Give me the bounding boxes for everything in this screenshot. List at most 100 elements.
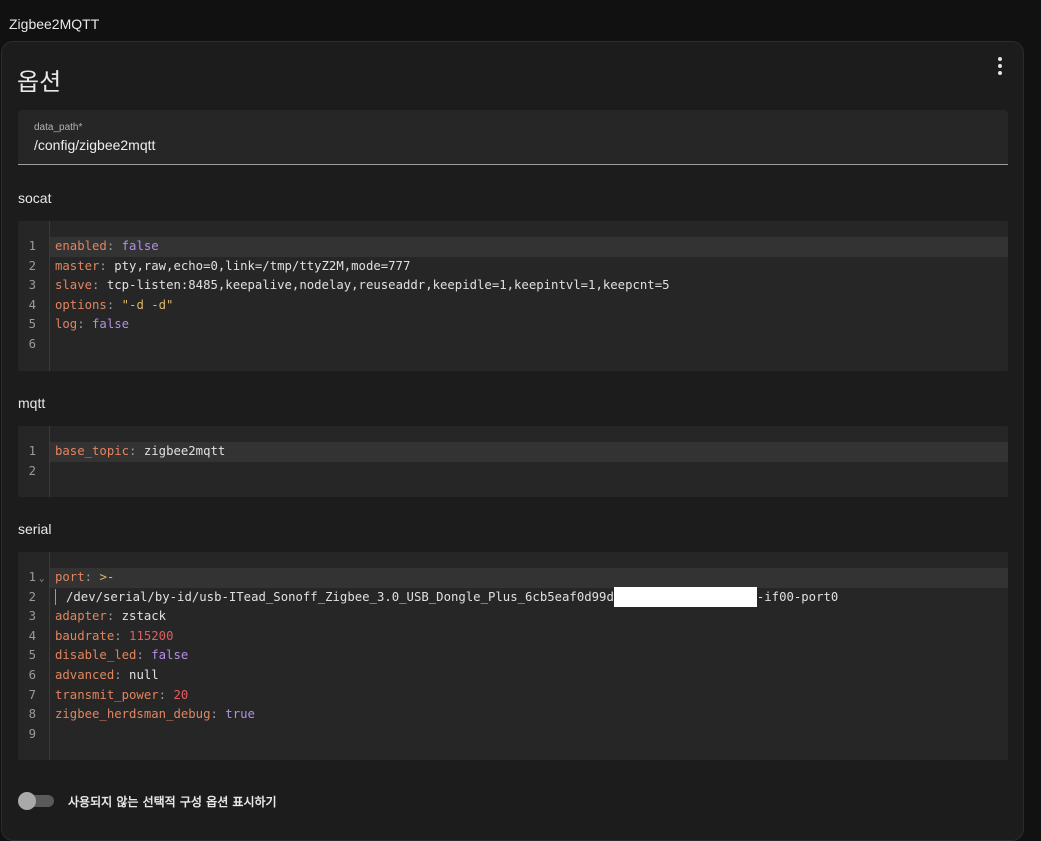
yaml-key: advanced bbox=[55, 668, 115, 682]
yaml-key: disable_led bbox=[55, 648, 137, 663]
yaml-value: false bbox=[151, 648, 189, 663]
yaml-value: pty,raw,echo=0,link=/tmp/ttyZ2M,mode=777 bbox=[114, 258, 411, 273]
show-unused-options-label: 사용되지 않는 선택적 구성 옵션 표시하기 bbox=[68, 795, 277, 809]
code-line: 1 base_topic: zigbee2mqtt bbox=[18, 442, 1008, 462]
code-line: 7 transmit_power: 20 bbox=[18, 686, 1008, 706]
code-text: /dev/serial/by-id/usb-ITead_Sonoff_Zigbe… bbox=[50, 586, 1008, 608]
app-title: Zigbee2MQTT bbox=[9, 16, 100, 32]
line-number: 4 bbox=[28, 297, 36, 312]
top-bar: Zigbee2MQTT bbox=[0, 0, 1041, 42]
line-number: 1 bbox=[28, 239, 36, 253]
yaml-colon: : bbox=[129, 444, 144, 458]
code-text: log: false bbox=[50, 315, 1008, 335]
yaml-colon: : bbox=[77, 317, 93, 332]
yaml-colon: : bbox=[114, 628, 130, 643]
code-line: 3 slave: tcp-listen:8485,keepalive,nodela… bbox=[18, 276, 1008, 296]
indent-guide bbox=[55, 589, 56, 606]
redacted-block bbox=[613, 586, 757, 607]
code-line: 6 bbox=[18, 335, 1008, 355]
yaml-key: slave bbox=[55, 278, 93, 293]
line-number: 3 bbox=[28, 278, 36, 293]
code-line: 3 adapter: zstack bbox=[18, 607, 1008, 627]
line-number: 2 bbox=[28, 589, 36, 604]
toggle-thumb bbox=[18, 792, 36, 810]
yaml-value: zigbee2mqtt bbox=[143, 444, 226, 458]
code-line: 1 enabled: false bbox=[18, 237, 1008, 257]
code-text: base_topic: zigbee2mqtt bbox=[50, 442, 1008, 462]
yaml-key: log bbox=[55, 317, 78, 332]
line-number: 1 bbox=[28, 444, 36, 458]
code-line: 2/dev/serial/by-id/usb-ITead_Sonoff_Zigb… bbox=[18, 586, 1008, 608]
code-text: adapter: zstack bbox=[50, 607, 1008, 627]
yaml-colon: : bbox=[210, 707, 226, 722]
line-number: 2 bbox=[28, 463, 36, 478]
section-label-serial: serial bbox=[18, 521, 52, 537]
yaml-value: /dev/serial/by-id/usb-ITead_Sonoff_Zigbe… bbox=[66, 589, 614, 604]
serial-code-editor[interactable]: 1 ⌄ port: >- 2/dev/serial/by-id/usb-ITead_S… bbox=[18, 552, 1008, 760]
yaml-key: transmit_power bbox=[55, 687, 159, 702]
show-unused-options-toggle[interactable] bbox=[18, 792, 54, 810]
yaml-colon: : bbox=[136, 648, 152, 663]
code-line: 5 log: false bbox=[18, 315, 1008, 335]
yaml-key: adapter bbox=[55, 609, 107, 624]
line-number: 1 bbox=[28, 570, 36, 584]
yaml-colon: : bbox=[84, 570, 100, 584]
yaml-value: tcp-listen:8485,keepalive,nodelay,reusea… bbox=[106, 278, 670, 293]
code-text: advanced: null bbox=[50, 666, 1008, 686]
data-path-input[interactable]: /config/zigbee2mqtt bbox=[34, 137, 155, 153]
yaml-value-suffix: -if00-port0 bbox=[756, 589, 839, 604]
line-number: 4 bbox=[28, 628, 36, 643]
card-title: 옵션 bbox=[17, 68, 62, 96]
line-number: 5 bbox=[28, 648, 36, 663]
yaml-value: >- bbox=[99, 570, 115, 584]
code-line: 2 bbox=[18, 462, 1008, 482]
yaml-value: zstack bbox=[121, 609, 167, 624]
yaml-colon: : bbox=[106, 297, 122, 312]
code-line: 6 advanced: null bbox=[18, 666, 1008, 686]
yaml-value: false bbox=[92, 317, 130, 332]
line-number: 8 bbox=[28, 707, 36, 722]
yaml-key: base_topic bbox=[55, 444, 130, 458]
section-label-mqtt: mqtt bbox=[18, 395, 46, 411]
line-number: 6 bbox=[28, 668, 36, 682]
data-path-field[interactable]: data_path* /config/zigbee2mqtt bbox=[18, 110, 1008, 165]
code-text: options: "-d -d" bbox=[50, 296, 1008, 316]
yaml-key: master bbox=[55, 258, 100, 273]
code-text: enabled: false bbox=[50, 237, 1008, 257]
yaml-key: baudrate bbox=[55, 628, 115, 643]
line-number: 3 bbox=[28, 609, 36, 624]
yaml-colon: : bbox=[158, 687, 174, 702]
code-line: 1 ⌄ port: >- bbox=[18, 568, 1008, 588]
line-number: 6 bbox=[28, 337, 36, 351]
yaml-value: true bbox=[225, 707, 255, 722]
yaml-colon: : bbox=[106, 609, 122, 624]
more-options-icon[interactable] bbox=[990, 56, 1010, 76]
line-number: 9 bbox=[28, 726, 36, 741]
yaml-value: 20 bbox=[173, 687, 189, 702]
code-line: 5 disable_led: false bbox=[18, 646, 1008, 666]
line-number: 2 bbox=[28, 258, 36, 273]
code-text: disable_led: false bbox=[50, 646, 1008, 666]
socat-code-editor[interactable]: 1 enabled: false 2 master: pty,raw,echo=0,l… bbox=[18, 221, 1008, 371]
code-text: slave: tcp-listen:8485,keepalive,nodelay… bbox=[50, 276, 1008, 296]
code-line: 4 baudrate: 115200 bbox=[18, 627, 1008, 647]
code-line: 4 options: "-d -d" bbox=[18, 296, 1008, 316]
code-line: 8 zigbee_herdsman_debug: true bbox=[18, 705, 1008, 725]
yaml-key: port bbox=[55, 570, 85, 584]
yaml-key: options bbox=[55, 297, 107, 312]
mqtt-code-editor[interactable]: 1 base_topic: zigbee2mqtt 2 bbox=[18, 426, 1008, 497]
yaml-value: null bbox=[129, 668, 159, 682]
yaml-key: enabled bbox=[55, 239, 107, 253]
line-number: 5 bbox=[28, 317, 36, 332]
yaml-value: "-d -d" bbox=[121, 297, 174, 312]
yaml-value: 115200 bbox=[129, 628, 174, 643]
code-text: zigbee_herdsman_debug: true bbox=[50, 705, 1008, 725]
yaml-colon: : bbox=[114, 668, 130, 682]
code-text: transmit_power: 20 bbox=[50, 686, 1008, 706]
data-path-label: data_path* bbox=[34, 122, 83, 133]
code-line: 2 master: pty,raw,echo=0,link=/tmp/ttyZ2M… bbox=[18, 257, 1008, 277]
yaml-key: zigbee_herdsman_debug bbox=[55, 707, 211, 722]
code-text: port: >- bbox=[50, 568, 1008, 588]
code-text: baudrate: 115200 bbox=[50, 627, 1008, 647]
code-text: master: pty,raw,echo=0,link=/tmp/ttyZ2M,… bbox=[50, 257, 1008, 277]
